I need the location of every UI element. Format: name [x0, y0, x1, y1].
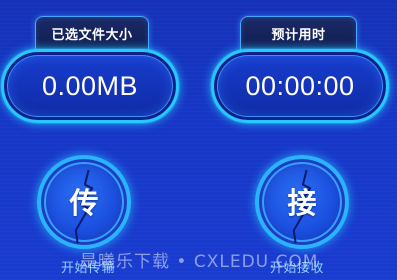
start-send-button[interactable]: 传: [37, 155, 131, 249]
receive-glyph: 接: [287, 186, 317, 221]
start-receive-caption[interactable]: 开始接收: [270, 257, 324, 276]
selected-size-value: 0.00MB: [41, 70, 139, 101]
estimated-time-label-text: 预计用时: [271, 28, 326, 43]
send-glyph: 传: [69, 186, 99, 221]
selected-size-display: 0.00MB: [1, 49, 179, 123]
estimated-time-label: 预计用时: [240, 16, 357, 50]
selected-size-label: 已选文件大小: [35, 16, 149, 50]
selected-size-label-text: 已选文件大小: [51, 28, 133, 43]
start-receive-button[interactable]: 接: [255, 155, 349, 249]
estimated-time-value: 00:00:00: [245, 70, 355, 101]
estimated-time-display: 00:00:00: [211, 49, 389, 123]
start-send-caption[interactable]: 开始传输: [61, 257, 115, 276]
